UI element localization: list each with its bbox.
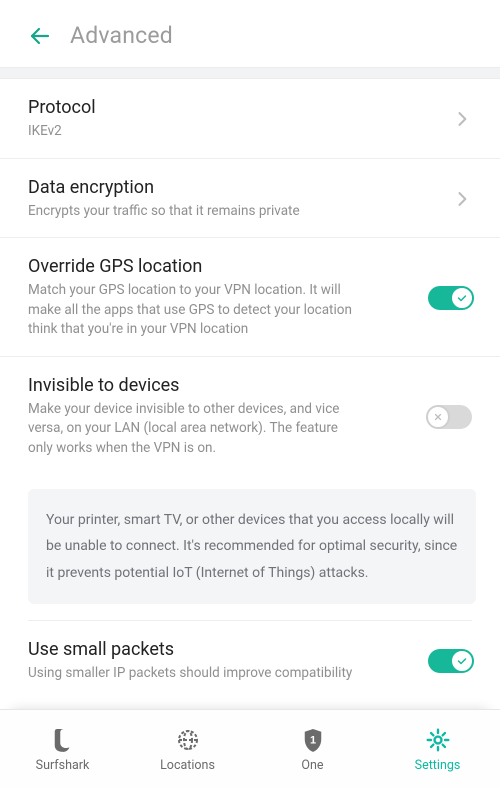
globe-icon xyxy=(176,727,200,753)
nav-label: One xyxy=(301,758,323,773)
toggle-use-small-packets[interactable] xyxy=(428,649,472,673)
row-use-small-packets: Use small packets Using smaller IP packe… xyxy=(0,621,500,684)
nav-label: Surfshark xyxy=(36,758,90,773)
row-title: Use small packets xyxy=(28,639,416,660)
nav-one[interactable]: 1 One xyxy=(250,727,375,773)
row-title: Override GPS location xyxy=(28,256,416,277)
nav-settings[interactable]: Settings xyxy=(375,727,500,773)
surfshark-icon xyxy=(52,727,74,753)
row-override-gps: Override GPS location Match your GPS loc… xyxy=(0,238,500,357)
row-title: Data encryption xyxy=(28,177,440,198)
divider xyxy=(0,67,500,79)
nav-locations[interactable]: Locations xyxy=(125,727,250,773)
row-invisible-to-devices: Invisible to devices Make your device in… xyxy=(0,357,500,475)
gear-icon xyxy=(425,727,451,753)
chevron-right-icon xyxy=(452,109,472,129)
row-desc: Encrypts your traffic so that it remains… xyxy=(28,202,358,222)
toggle-invisible-to-devices[interactable] xyxy=(428,405,472,429)
row-title: Protocol xyxy=(28,97,440,118)
nav-label: Settings xyxy=(415,758,461,773)
chevron-right-icon xyxy=(452,189,472,209)
row-desc: Using smaller IP packets should improve … xyxy=(28,664,358,682)
row-desc: Make your device invisible to other devi… xyxy=(28,400,358,459)
toggle-override-gps[interactable] xyxy=(428,286,472,310)
row-protocol[interactable]: Protocol IKEv2 xyxy=(0,79,500,159)
svg-text:1: 1 xyxy=(309,734,315,746)
row-title: Invisible to devices xyxy=(28,375,416,396)
nav-surfshark[interactable]: Surfshark xyxy=(0,727,125,773)
bottom-nav: Surfshark Locations 1 One Settings xyxy=(0,709,500,789)
info-card: Your printer, smart TV, or other devices… xyxy=(28,489,476,605)
page-title: Advanced xyxy=(70,22,173,49)
back-arrow-icon[interactable] xyxy=(28,24,52,48)
row-desc: Match your GPS location to your VPN loca… xyxy=(28,281,358,340)
nav-label: Locations xyxy=(160,758,215,773)
settings-list: Protocol IKEv2 Data encryption Encrypts … xyxy=(0,79,500,709)
row-desc: IKEv2 xyxy=(28,122,358,142)
row-data-encryption[interactable]: Data encryption Encrypts your traffic so… xyxy=(0,159,500,239)
shield-icon: 1 xyxy=(302,727,324,753)
